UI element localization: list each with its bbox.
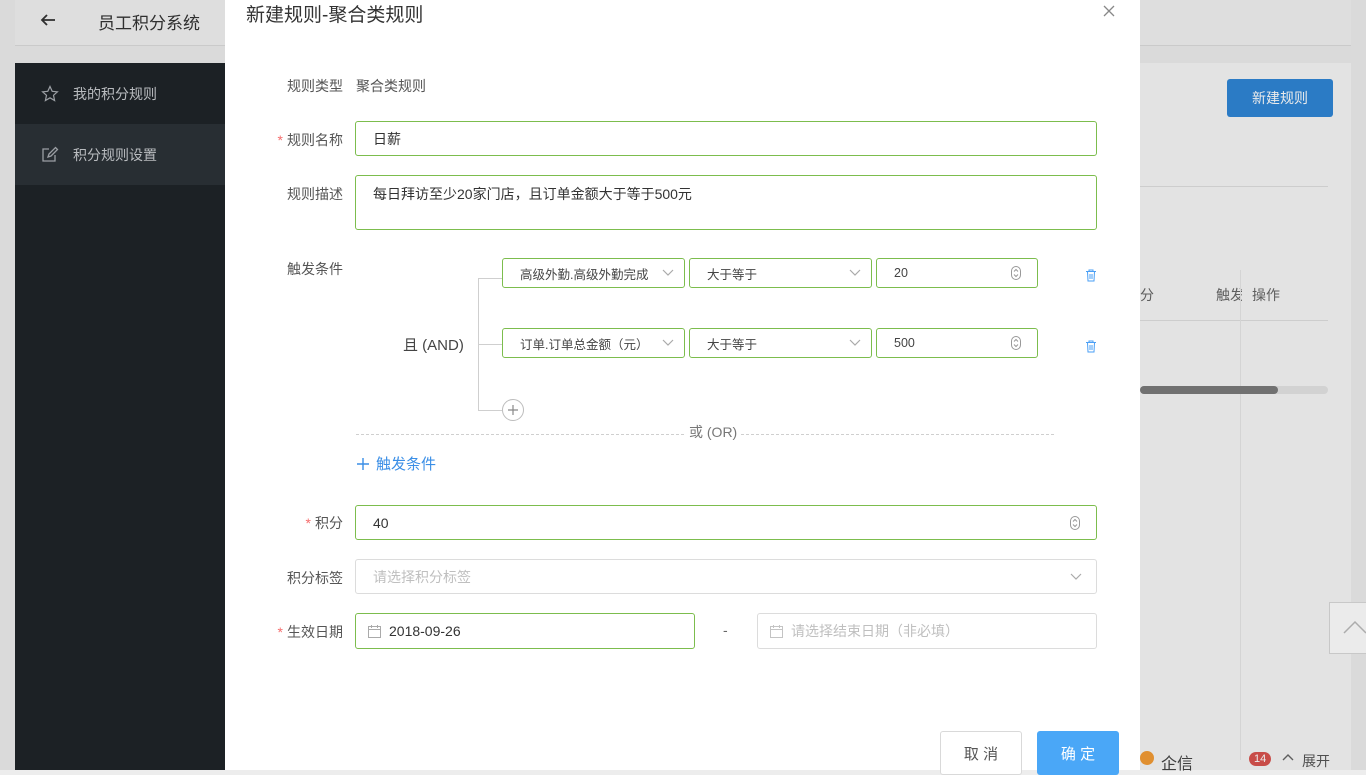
confirm-button[interactable]: 确 定 <box>1037 731 1119 775</box>
condition-value-input[interactable]: 20 <box>876 258 1038 288</box>
points-label: * 积分 <box>305 515 343 531</box>
calendar-icon <box>770 624 783 638</box>
tags-label: 积分标签 <box>287 570 343 586</box>
tree-branch <box>478 344 502 345</box>
chevron-down-icon <box>662 269 674 276</box>
condition-operator-select[interactable]: 大于等于 <box>689 328 872 358</box>
rule-desc-textarea[interactable]: 每日拜访至少20家门店，且订单金额大于等于500元 <box>355 175 1097 230</box>
tree-branch <box>478 278 502 279</box>
close-icon[interactable] <box>1101 3 1117 19</box>
trash-icon[interactable] <box>1085 340 1097 353</box>
date-separator: - <box>723 622 728 638</box>
chevron-down-icon <box>849 339 861 346</box>
tree-branch <box>478 410 502 411</box>
points-input[interactable]: 40 <box>355 505 1097 540</box>
rule-desc-label: 规则描述 <box>287 186 343 202</box>
stepper-icon[interactable] <box>1011 336 1021 350</box>
chevron-down-icon <box>662 339 674 346</box>
plus-icon <box>357 457 369 470</box>
effective-date-label: * 生效日期 <box>277 624 343 640</box>
chevron-down-icon <box>1070 573 1082 580</box>
condition-field-select[interactable]: 订单.订单总金额（元） <box>502 328 685 358</box>
new-rule-dialog: 新建规则-聚合类规则 规则类型 聚合类规则 * 规则名称 日薪 规则描述 每日拜访… <box>225 0 1140 775</box>
or-label: 或 (OR) <box>685 422 742 442</box>
rule-type-value: 聚合类规则 <box>356 78 426 94</box>
rule-name-label: * 规则名称 <box>277 132 343 148</box>
dialog-title: 新建规则-聚合类规则 <box>246 5 424 26</box>
trash-icon[interactable] <box>1085 269 1097 282</box>
and-operator[interactable]: 且 (AND) <box>403 334 464 355</box>
rule-type-label: 规则类型 <box>287 78 343 94</box>
stepper-icon[interactable] <box>1011 266 1021 280</box>
rule-name-input[interactable]: 日薪 <box>355 121 1097 156</box>
end-date-picker[interactable]: 请选择结束日期（非必填） <box>757 613 1097 649</box>
chevron-down-icon <box>849 269 861 276</box>
cancel-button[interactable]: 取 消 <box>940 731 1022 775</box>
start-date-picker[interactable]: 2018-09-26 <box>355 613 695 649</box>
plus-icon <box>508 405 518 415</box>
calendar-icon <box>368 624 381 638</box>
condition-value-input[interactable]: 500 <box>876 328 1038 358</box>
condition-field-select[interactable]: 高级外勤.高级外勤完成 <box>502 258 685 288</box>
add-condition-button[interactable] <box>502 399 524 421</box>
condition-operator-select[interactable]: 大于等于 <box>689 258 872 288</box>
trigger-label: 触发条件 <box>287 261 343 277</box>
add-trigger-button[interactable]: 触发条件 <box>356 453 436 474</box>
stepper-icon[interactable] <box>1070 515 1080 530</box>
tags-select[interactable]: 请选择积分标签 <box>355 559 1097 594</box>
